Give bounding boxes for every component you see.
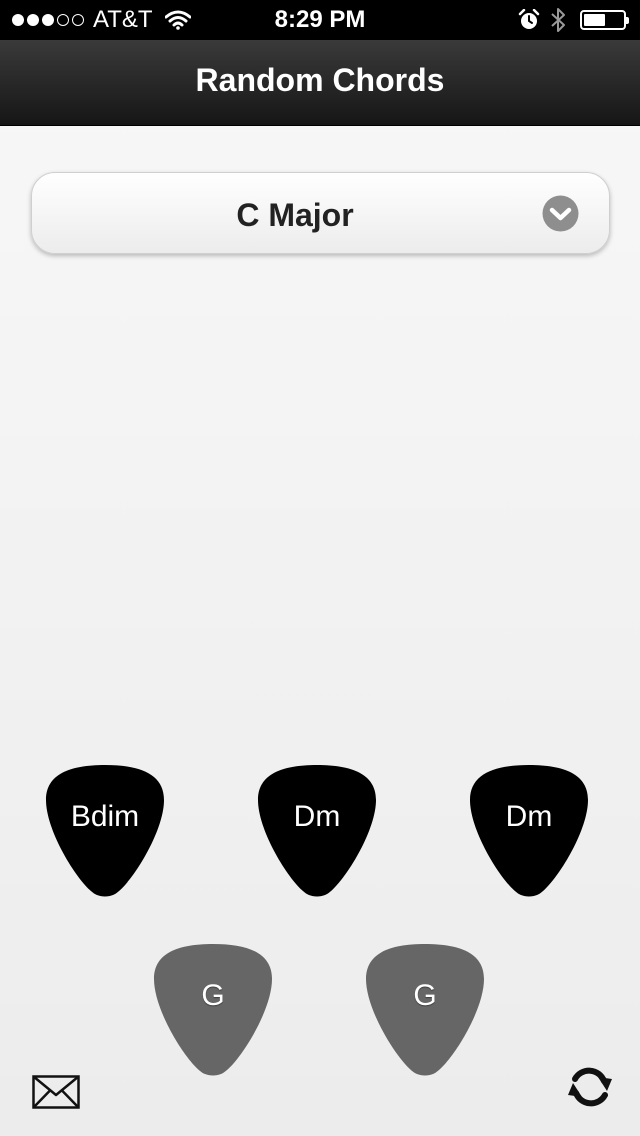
nav-bar: Random Chords	[0, 40, 640, 126]
status-bar: AT&T 8:29 PM	[0, 0, 640, 40]
key-selector-value: C Major	[236, 197, 354, 233]
chord-label: Bdim	[70, 800, 140, 833]
chord-label: G	[413, 979, 437, 1012]
chord-pick[interactable]: G	[365, 943, 485, 1077]
chevron-down-icon	[542, 195, 579, 232]
chord-label: Dm	[293, 800, 341, 833]
chord-label: Dm	[505, 800, 553, 833]
battery-icon	[580, 10, 629, 30]
page-title: Random Chords	[195, 62, 445, 98]
key-selector[interactable]: C Major	[31, 172, 610, 254]
mail-icon[interactable]	[32, 1075, 80, 1109]
chord-pick[interactable]: Dm	[469, 764, 589, 898]
status-right	[518, 7, 629, 33]
chord-label: G	[201, 979, 225, 1012]
alarm-icon	[518, 9, 540, 29]
bluetooth-icon	[551, 8, 565, 32]
chord-pick[interactable]: G	[153, 943, 273, 1077]
refresh-icon[interactable]	[566, 1066, 614, 1108]
chord-pick[interactable]: Bdim	[45, 764, 165, 898]
battery-level	[584, 14, 605, 26]
chord-pick[interactable]: Dm	[257, 764, 377, 898]
